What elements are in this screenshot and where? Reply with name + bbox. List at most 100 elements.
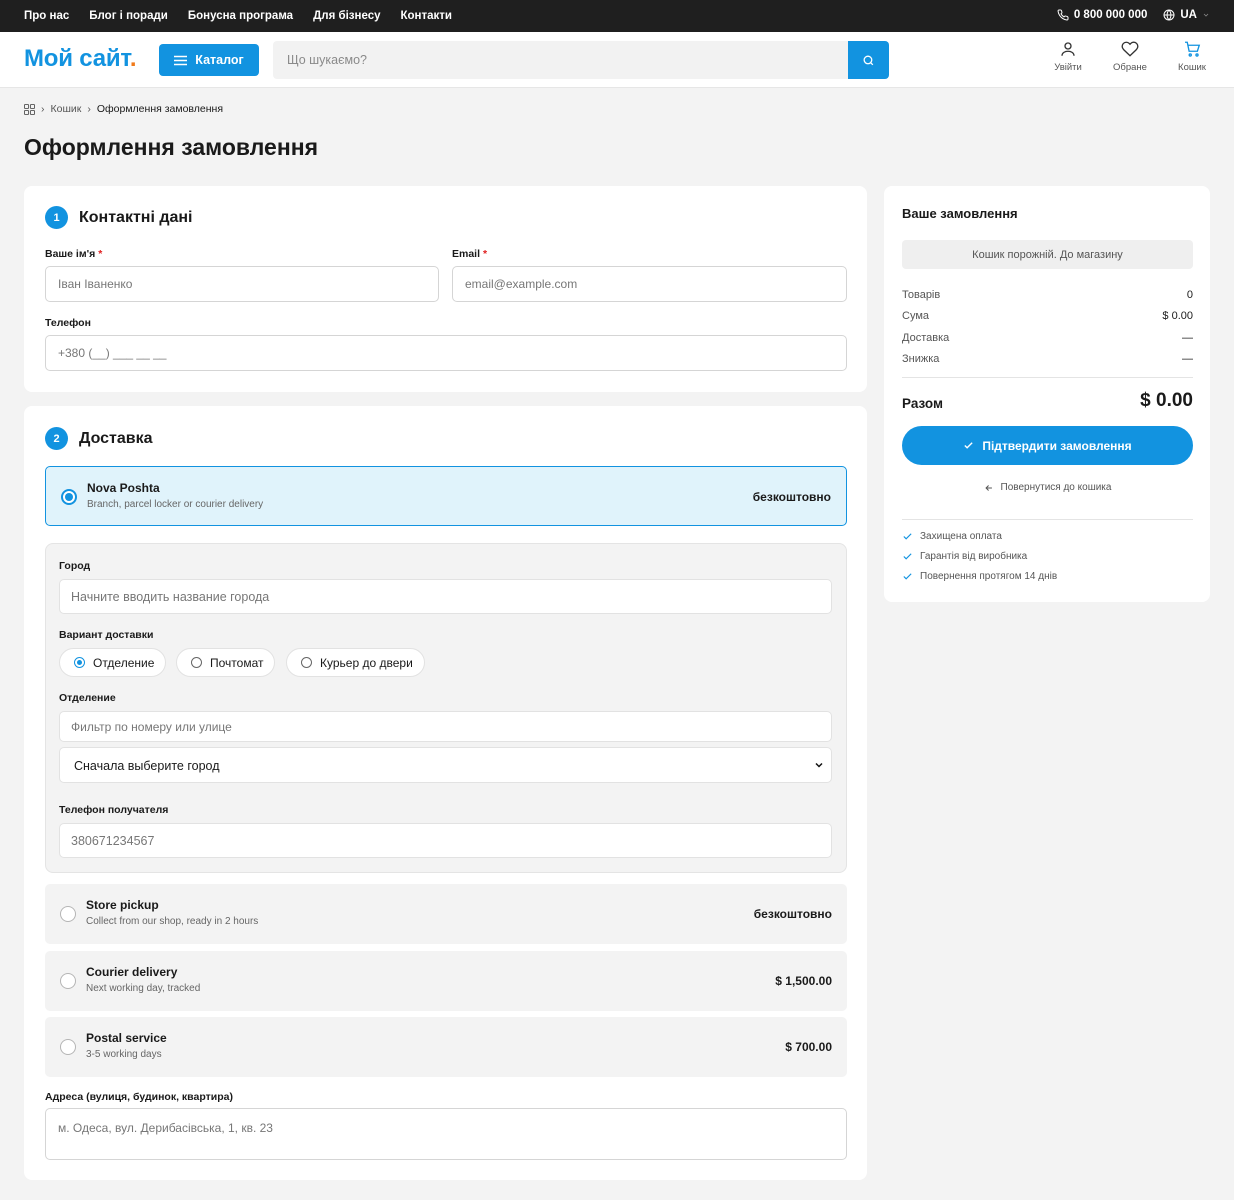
name-field[interactable]: [45, 266, 439, 302]
check-icon: [964, 442, 973, 449]
contacts-title: Контактні дані: [79, 208, 193, 226]
address-label: Адреса (вулиця, будинок, квартира): [45, 1091, 233, 1103]
search-input[interactable]: [273, 41, 848, 79]
cart-button[interactable]: Кошик: [1174, 40, 1210, 73]
catalog-label: Каталог: [195, 53, 244, 67]
perk-warranty: Гарантія від виробника: [902, 551, 1027, 562]
logo-text: Мой сайт: [24, 45, 130, 72]
phone-field[interactable]: [45, 335, 847, 371]
empty-cart-link[interactable]: Кошик порожній. До магазину: [902, 240, 1193, 269]
city-label: Город: [59, 560, 91, 572]
shipping-price: $ 1,500.00: [775, 974, 832, 988]
top-bar-right: 0 800 000 000 UA: [1057, 9, 1210, 21]
top-link-contacts[interactable]: Контакти: [401, 10, 452, 22]
shipping-desc: Next working day, tracked: [86, 983, 201, 994]
branch-select-value: Сначала выберите город: [74, 759, 220, 773]
check-icon: [903, 573, 912, 580]
confirm-order-button[interactable]: Підтвердити замовлення: [902, 426, 1193, 465]
search-button[interactable]: [848, 41, 889, 79]
divider: [902, 377, 1193, 378]
top-link-blog[interactable]: Блог і поради: [89, 10, 168, 22]
divider: [902, 519, 1193, 520]
search-bar: [273, 41, 889, 79]
cart-label: Кошик: [1178, 62, 1206, 73]
login-button[interactable]: Увійти: [1050, 40, 1086, 73]
breadcrumb-current: Оформлення замовлення: [96, 103, 224, 115]
login-label: Увійти: [1054, 62, 1082, 73]
delivery-heading: 2 Доставка: [45, 427, 153, 450]
variant-label: Вариант доставки: [59, 629, 154, 641]
confirm-label: Підтвердити замовлення: [982, 438, 1132, 453]
name-label: Ваше ім'я *: [45, 248, 103, 260]
email-field[interactable]: [452, 266, 847, 302]
variant-branch[interactable]: Отделение: [59, 648, 167, 677]
radio: [191, 657, 202, 668]
step-number: 2: [45, 427, 68, 450]
branch-select[interactable]: Сначала выберите город: [59, 747, 832, 783]
site-logo[interactable]: Мой сайт.: [24, 45, 137, 73]
phone-label: Телефон: [45, 317, 91, 329]
radio-selected: [61, 489, 77, 505]
favorites-label: Обране: [1113, 62, 1147, 73]
radio-selected: [74, 657, 85, 668]
delivery-title: Доставка: [79, 429, 153, 447]
logo-dot: .: [129, 45, 137, 72]
check-icon: [903, 553, 912, 560]
total-label: Разом: [902, 396, 943, 411]
chevron-down-icon: [1203, 13, 1209, 17]
summary-row-discount: Знижка —: [902, 353, 1193, 365]
phone-icon: [1057, 9, 1069, 21]
page-title: Оформлення замовлення: [24, 134, 319, 160]
radio: [60, 973, 76, 989]
radio: [60, 1039, 76, 1055]
shipping-price: $ 700.00: [785, 1040, 832, 1054]
user-icon: [1061, 42, 1075, 56]
shipping-option-postal[interactable]: Postal service 3-5 working days $ 700.00: [45, 1017, 847, 1077]
search-icon: [863, 55, 874, 65]
catalog-button[interactable]: Каталог: [159, 44, 259, 76]
shipping-name: Courier delivery: [86, 965, 178, 979]
shipping-option-nova-poshta[interactable]: Nova Poshta Branch, parcel locker or cou…: [45, 466, 847, 526]
phone-link[interactable]: 0 800 000 000: [1057, 9, 1147, 21]
address-field[interactable]: [45, 1108, 847, 1160]
back-to-cart-link[interactable]: Повернутися до кошика: [902, 482, 1193, 493]
breadcrumb-cart[interactable]: Кошик: [51, 103, 82, 115]
globe-icon: [1163, 9, 1175, 21]
top-link-bonus[interactable]: Бонусна програма: [188, 10, 293, 22]
shipping-name: Store pickup: [86, 898, 159, 912]
step-number: 1: [45, 206, 68, 229]
city-input[interactable]: [59, 579, 832, 614]
breadcrumb-separator: ›: [87, 103, 91, 115]
heart-icon: [1121, 41, 1139, 57]
header-actions: Увійти Обране Кошик: [1050, 40, 1210, 73]
shipping-desc: 3-5 working days: [86, 1049, 162, 1060]
language-switcher[interactable]: UA: [1163, 9, 1210, 21]
shipping-price: безкоштовно: [752, 490, 831, 504]
summary-title: Ваше замовлення: [902, 206, 1018, 221]
arrow-left-icon: [984, 484, 992, 491]
shipping-desc: Branch, parcel locker or courier deliver…: [87, 499, 264, 510]
shipping-option-courier[interactable]: Courier delivery Next working day, track…: [45, 951, 847, 1011]
recipient-phone-input[interactable]: [59, 823, 832, 858]
shipping-option-store-pickup[interactable]: Store pickup Collect from our shop, read…: [45, 884, 847, 944]
breadcrumb-separator: ›: [41, 103, 45, 115]
shipping-desc: Collect from our shop, ready in 2 hours: [86, 916, 259, 927]
home-grid-icon[interactable]: [24, 103, 35, 115]
email-label: Email *: [452, 248, 488, 260]
contacts-heading: 1 Контактні дані: [45, 206, 193, 229]
radio: [60, 906, 76, 922]
menu-icon: [174, 55, 188, 65]
variant-parcel-locker[interactable]: Почтомат: [176, 648, 276, 677]
chevron-down-icon: [815, 762, 823, 768]
top-link-about[interactable]: Про нас: [24, 10, 69, 22]
language-label: UA: [1180, 9, 1197, 21]
favorites-button[interactable]: Обране: [1112, 40, 1148, 73]
shipping-price: безкоштовно: [753, 907, 832, 921]
total-value: $ 0.00: [1140, 390, 1193, 411]
cart-icon: [1184, 41, 1200, 57]
top-link-business[interactable]: Для бізнесу: [313, 10, 380, 22]
summary-row-sum: Сума $ 0.00: [902, 310, 1193, 322]
radio: [301, 657, 312, 668]
variant-courier[interactable]: Курьер до двери: [286, 648, 425, 677]
branch-filter-input[interactable]: [59, 711, 832, 742]
